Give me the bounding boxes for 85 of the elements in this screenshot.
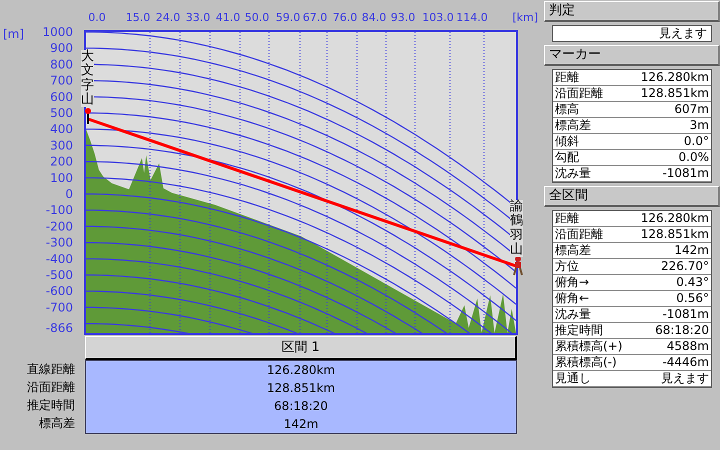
section-header: 判定	[544, 1, 720, 22]
property-value: 68:18:20	[655, 323, 709, 338]
y-axis-label: 300	[50, 138, 73, 152]
property-label: 標高差	[555, 118, 591, 133]
y-axis-label: -700	[46, 300, 73, 314]
y-axis-label: -100	[46, 203, 73, 218]
row-label: 沿面距離	[26, 379, 76, 396]
x-axis-label: 15.0	[126, 11, 150, 24]
y-axis-label: 100	[50, 170, 73, 185]
x-axis-label: 76.0	[332, 11, 358, 24]
property-value: 226.70°	[661, 259, 709, 274]
x-axis-label: 33.0	[186, 11, 210, 24]
property-value: 0.0°	[684, 134, 709, 149]
x-axis-label: 67.0	[302, 11, 328, 24]
y-axis-label: 700	[50, 74, 73, 88]
property-value: 0.0%	[678, 150, 709, 165]
row-label: 推定時間	[26, 397, 76, 414]
section-header: マーカー	[544, 45, 720, 66]
x-axis-label: 114.0	[456, 11, 488, 24]
y-axis-label: 0	[65, 187, 73, 201]
property-value: -1081m	[662, 307, 709, 322]
property-label: 距離	[555, 211, 579, 226]
row-label: 標高差	[38, 415, 76, 432]
y-axis-label: 1000	[42, 25, 73, 39]
property-label: 距離	[555, 70, 579, 85]
property-label: 沈み量	[555, 307, 591, 322]
property-label: 標高差	[555, 243, 591, 258]
x-axis-label: 59.0	[276, 11, 300, 24]
x-axis-label: 50.0	[244, 11, 270, 24]
property-value: 3m	[690, 118, 709, 133]
property-value: 0.43°	[676, 275, 709, 290]
property-label: 累積標高(-)	[555, 355, 617, 370]
property-label: 俯角→	[555, 275, 590, 290]
y-axis-label: 600	[50, 90, 73, 104]
property-value: -4446m	[662, 355, 709, 370]
x-axis-unit: [km]	[512, 11, 538, 24]
property-label: 沈み量	[555, 166, 591, 181]
y-axis-unit: [m]	[3, 27, 24, 41]
property-value: 128.851km	[640, 227, 709, 242]
row-value: 68:18:20	[273, 398, 329, 415]
y-axis-label: -500	[46, 268, 73, 282]
property-label: 方位	[555, 259, 579, 274]
property-value: 0.56°	[676, 291, 709, 306]
x-axis-label: 24.0	[156, 11, 180, 24]
section-header-button[interactable]: 区間 1	[85, 336, 517, 360]
property-label: 沿面距離	[555, 86, 603, 101]
property-value: 128.851km	[640, 86, 709, 101]
row-value: 128.851km	[266, 380, 336, 397]
x-axis-label: 93.0	[390, 11, 416, 24]
y-axis-label: 500	[50, 106, 73, 120]
property-label: 勾配	[555, 150, 579, 165]
y-axis-label: 200	[50, 154, 73, 169]
property-label: 沿面距離	[555, 227, 603, 242]
property-label: 傾斜	[555, 134, 579, 149]
property-value: 607m	[674, 102, 709, 117]
peak-label: 諭鶴羽山	[510, 200, 523, 258]
peak-label: 大文字山	[81, 50, 94, 108]
property-value: 126.280km	[640, 70, 709, 85]
property-label: 俯角←	[555, 291, 590, 306]
x-axis-label: 41.0	[216, 11, 240, 24]
property-label: 推定時間	[555, 323, 603, 338]
x-axis-label: 103.0	[422, 11, 454, 24]
y-axis-label: 900	[50, 41, 73, 56]
x-axis-label: 0.0	[88, 11, 106, 24]
y-axis-label: -300	[46, 236, 73, 250]
property-label: 標高	[555, 102, 579, 117]
property-value: 4588m	[666, 339, 709, 354]
y-axis-label: 800	[50, 57, 73, 72]
property-label: 累積標高(+)	[555, 339, 622, 354]
row-label: 直線距離	[26, 361, 76, 378]
property-label: 見通し	[555, 371, 591, 386]
property-value: -1081m	[662, 166, 709, 181]
row-value: 126.280km	[266, 362, 336, 379]
y-axis-label: -600	[46, 284, 73, 298]
property-value: 126.280km	[640, 211, 709, 226]
judgement-field: 見えます	[552, 25, 712, 42]
x-axis-label: 84.0	[362, 11, 386, 24]
section-header: 全区間	[544, 186, 720, 207]
y-axis-label: -400	[46, 252, 73, 266]
y-axis-label: 400	[50, 122, 73, 136]
property-value: 見えます	[661, 371, 709, 386]
y-axis-label: -200	[46, 219, 73, 234]
property-value: 142m	[674, 243, 709, 258]
row-value: 142m	[282, 416, 320, 433]
y-axis-label: -866	[46, 321, 73, 335]
